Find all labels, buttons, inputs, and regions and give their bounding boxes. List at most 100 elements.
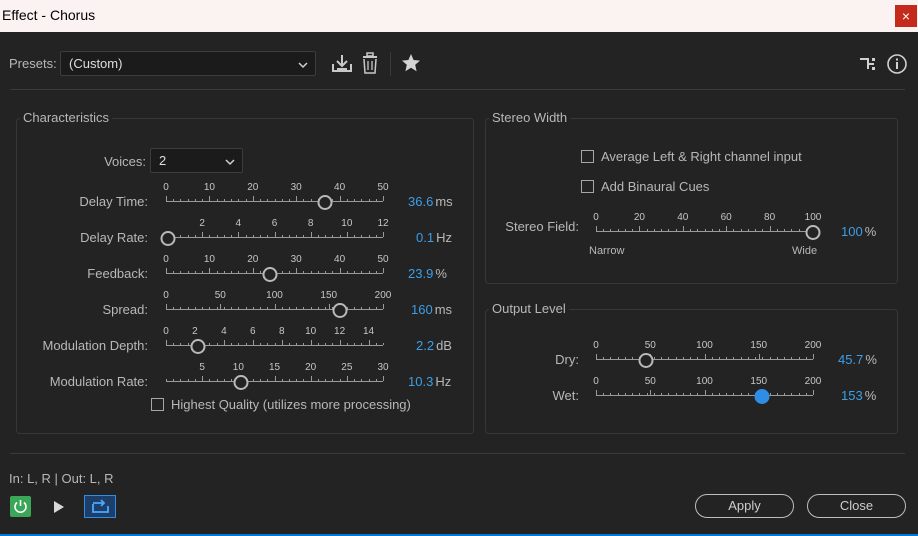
slider-tick (209, 196, 211, 201)
slider-minor-tick (610, 229, 612, 231)
slider-minor-tick (173, 271, 175, 273)
presets-dropdown[interactable]: (Custom) (60, 51, 316, 76)
slider-minor-tick (231, 379, 233, 381)
star-icon[interactable] (401, 53, 421, 78)
slider-tick (368, 340, 370, 345)
average-channel-checkbox[interactable] (581, 150, 594, 163)
slider-value[interactable]: 36.6 ms (408, 194, 453, 209)
window-close-button[interactable]: × (895, 5, 917, 27)
slider-minor-tick (653, 393, 655, 395)
slider-minor-tick (733, 229, 735, 231)
binaural-cues-checkbox[interactable] (581, 180, 594, 193)
highest-quality-checkbox[interactable] (151, 398, 164, 411)
slider-value-number: 10.3 (408, 374, 434, 389)
slider-thumb[interactable] (190, 339, 206, 354)
info-icon[interactable] (886, 53, 908, 80)
slider-minor-tick (791, 357, 793, 359)
trash-icon[interactable] (361, 52, 379, 79)
slider-minor-tick (368, 235, 370, 237)
voices-dropdown[interactable]: 2 (150, 148, 243, 173)
slider-control[interactable]: 0 20 40 60 80 100 (593, 212, 821, 240)
routing-icon[interactable] (858, 55, 878, 78)
slider-minor-tick (260, 379, 262, 381)
slider-tick-label: 80 (764, 212, 776, 223)
voices-value: 2 (159, 153, 167, 168)
slider-tick-label: 100 (266, 290, 283, 301)
slider-tick (383, 376, 384, 381)
slider-minor-tick (791, 229, 793, 231)
highest-quality-label: Highest Quality (utilizes more processin… (171, 397, 411, 412)
slider-minor-tick (805, 393, 807, 395)
slider-tick-label: 30 (290, 254, 302, 265)
slider-minor-tick (617, 393, 619, 395)
slider-minor-tick (361, 199, 363, 201)
slider-minor-tick (317, 379, 319, 381)
apply-button[interactable]: Apply (695, 494, 794, 518)
slider-thumb[interactable] (332, 303, 348, 318)
download-icon[interactable] (331, 53, 353, 78)
slider-minor-tick (260, 343, 262, 345)
slider-minor-tick (653, 229, 655, 231)
slider-track (596, 395, 813, 396)
play-icon[interactable] (52, 499, 66, 520)
slider-minor-tick (260, 235, 262, 237)
slider-control[interactable]: 0 50 100 150 200 (593, 376, 821, 404)
close-button[interactable]: Close (807, 494, 906, 518)
slider-control[interactable]: 0 50 100 150 200 (593, 340, 821, 368)
slider-minor-tick (375, 379, 377, 381)
slider-minor-tick (368, 199, 370, 201)
slider-control[interactable]: 0 2 4 6 8 10 12 14 (163, 326, 384, 354)
power-icon[interactable] (10, 496, 31, 517)
slider-control[interactable]: 5 10 15 20 25 30 (166, 362, 389, 390)
slider-thumb[interactable] (262, 267, 278, 282)
slider-value[interactable]: 0.1 Hz (416, 230, 452, 245)
slider-value-number: 153 (841, 388, 863, 403)
slider-value[interactable]: 10.3 Hz (408, 374, 451, 389)
presets-label: Presets: (9, 56, 57, 71)
slider-value[interactable]: 45.7% (838, 352, 877, 367)
slider-thumb[interactable] (160, 231, 176, 246)
slider-minor-tick (805, 357, 807, 359)
slider-minor-tick (288, 307, 290, 309)
slider-minor-tick (317, 271, 319, 273)
slider-minor-tick (740, 393, 742, 395)
slider-tick-label: 20 (305, 362, 317, 373)
slider-thumb[interactable] (638, 353, 654, 368)
slider-minor-tick (784, 393, 786, 395)
slider-minor-tick (223, 235, 225, 237)
slider-minor-tick (317, 307, 319, 309)
chevron-down-icon (297, 58, 309, 73)
slider-tick (296, 196, 298, 201)
slider-minor-tick (267, 343, 269, 345)
slider-minor-tick (682, 357, 684, 359)
slider-value[interactable]: 100% (841, 224, 876, 239)
slider-control[interactable]: 2 4 6 8 10 12 (160, 218, 389, 246)
slider-value-number: 23.9 (408, 266, 434, 281)
slider-value[interactable]: 23.9% (408, 266, 447, 281)
characteristics-title: Characteristics (20, 110, 112, 125)
loop-icon[interactable] (84, 495, 116, 518)
slider-tick-label: 25 (341, 362, 353, 373)
slider-control[interactable]: 0 10 20 30 40 50 (163, 182, 389, 210)
slider-minor-tick (332, 343, 334, 345)
slider-minor-tick (346, 343, 348, 345)
slider-minor-tick (718, 393, 720, 395)
slider-minor-tick (296, 379, 298, 381)
slider-thumb[interactable] (805, 225, 821, 240)
slider-thumb[interactable] (754, 389, 770, 404)
slider-minor-tick (346, 271, 348, 273)
slider-minor-tick (798, 357, 800, 359)
slider-tick-label: 50 (377, 254, 389, 265)
slider-thumb[interactable] (233, 375, 248, 390)
slider-tick (596, 390, 597, 395)
slider-tick (596, 354, 597, 359)
slider-value[interactable]: 2.2 dB (416, 338, 452, 353)
slider-value[interactable]: 153% (841, 388, 876, 403)
slider-minor-tick (603, 357, 605, 359)
slider-minor-tick (238, 199, 240, 201)
slider-control[interactable]: 0 50 100 150 200 (163, 290, 391, 318)
slider-thumb[interactable] (317, 195, 333, 210)
slider-control[interactable]: 0 10 20 30 40 50 (163, 254, 389, 282)
slider-minor-tick (245, 343, 247, 345)
slider-value[interactable]: 160 ms (411, 302, 452, 317)
